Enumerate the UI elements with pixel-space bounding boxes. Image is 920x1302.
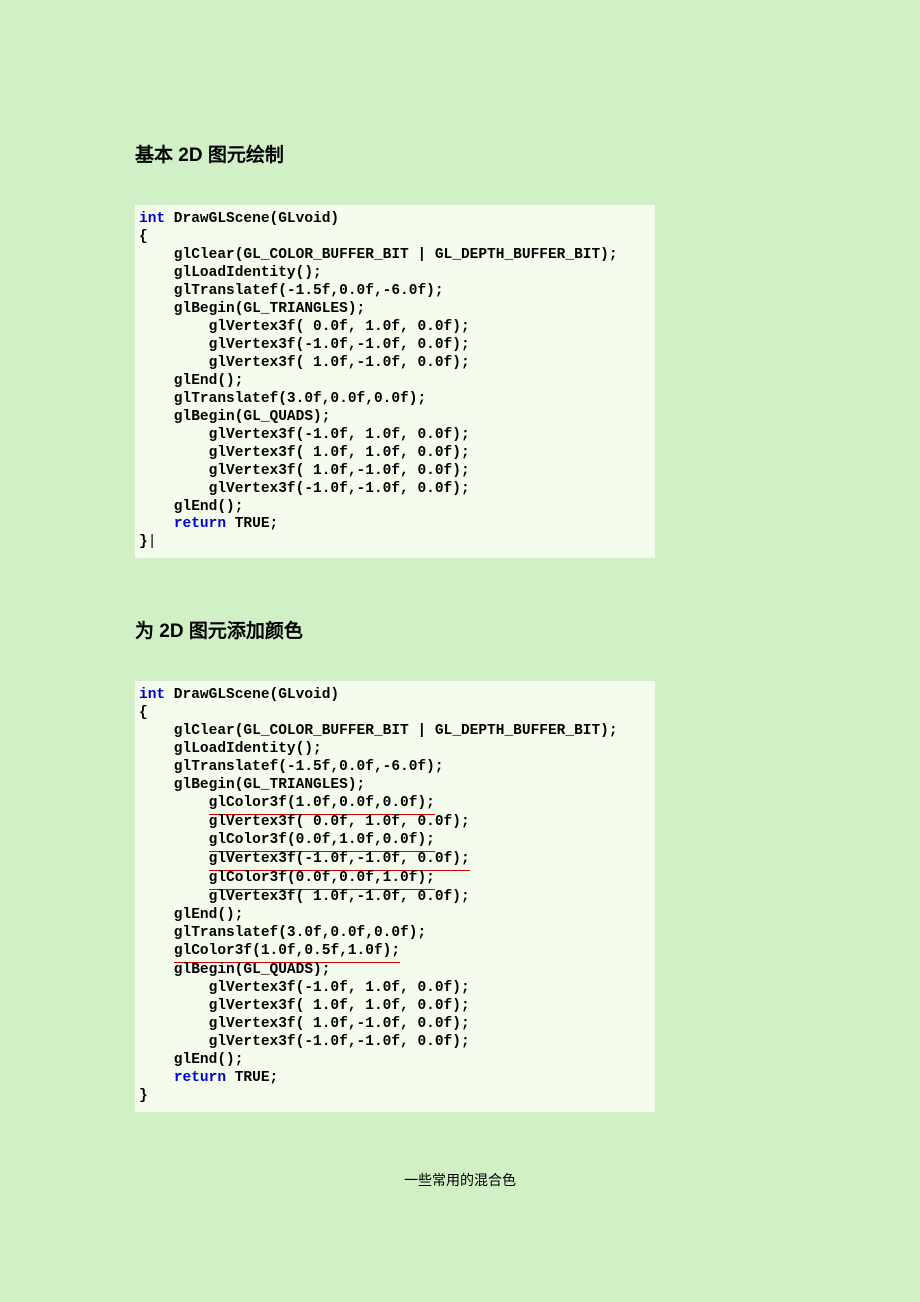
code-text: TRUE; bbox=[226, 1070, 278, 1086]
code-text: glVertex3f(-1.0f, 1.0f, 0.0f); bbox=[139, 980, 470, 996]
code-text: glEnd(); bbox=[139, 373, 243, 389]
underlined-code: glColor3f(0.0f,1.0f,0.0f); bbox=[209, 832, 435, 852]
code-text: glVertex3f( 1.0f, 1.0f, 0.0f); bbox=[139, 445, 470, 461]
keyword-return: return bbox=[174, 1070, 226, 1086]
keyword-int: int bbox=[139, 211, 165, 227]
code-text: DrawGLScene(GLvoid) bbox=[165, 687, 339, 703]
code-text: glLoadIdentity(); bbox=[139, 741, 322, 757]
code-text: glEnd(); bbox=[139, 499, 243, 515]
code-text: glVertex3f( 1.0f,-1.0f, 0.0f); bbox=[139, 355, 470, 371]
code-text bbox=[139, 795, 209, 811]
code-text: glEnd(); bbox=[139, 1052, 243, 1068]
underlined-code: glColor3f(1.0f,0.5f,1.0f); bbox=[174, 943, 400, 963]
code-text: glVertex3f( 1.0f,-1.0f, 0.0f); bbox=[139, 889, 470, 905]
code-text bbox=[139, 832, 209, 848]
code-text: glBegin(GL_TRIANGLES); bbox=[139, 777, 365, 793]
code-text: glTranslatef(3.0f,0.0f,0.0f); bbox=[139, 391, 426, 407]
code-text: glVertex3f( 0.0f, 1.0f, 0.0f); bbox=[139, 319, 470, 335]
code-text: glBegin(GL_TRIANGLES); bbox=[139, 301, 365, 317]
code-text: glVertex3f( 0.0f, 1.0f, 0.0f); bbox=[139, 814, 470, 830]
code-text bbox=[139, 943, 174, 959]
code-text: } bbox=[139, 534, 156, 550]
code-text: glVertex3f(-1.0f,-1.0f, 0.0f); bbox=[139, 481, 470, 497]
code-text: glLoadIdentity(); bbox=[139, 265, 322, 281]
underlined-code: glVertex3f(-1.0f,-1.0f, 0.0f); bbox=[209, 851, 470, 871]
caption-text: 一些常用的混合色 bbox=[135, 1170, 785, 1190]
code-text: glBegin(GL_QUADS); bbox=[139, 962, 330, 978]
code-text: glVertex3f(-1.0f, 1.0f, 0.0f); bbox=[139, 427, 470, 443]
section-heading-1: 基本 2D 图元绘制 bbox=[135, 140, 785, 167]
code-text: glVertex3f( 1.0f, 1.0f, 0.0f); bbox=[139, 998, 470, 1014]
code-text: glVertex3f(-1.0f,-1.0f, 0.0f); bbox=[139, 337, 470, 353]
code-text: } bbox=[139, 1088, 148, 1104]
code-text: glClear(GL_COLOR_BUFFER_BIT | GL_DEPTH_B… bbox=[139, 723, 618, 739]
underlined-code: glColor3f(0.0f,0.0f,1.0f); bbox=[209, 870, 435, 890]
keyword-int: int bbox=[139, 687, 165, 703]
code-text: glVertex3f(-1.0f,-1.0f, 0.0f); bbox=[139, 1034, 470, 1050]
code-text bbox=[139, 516, 174, 532]
code-block-2: int DrawGLScene(GLvoid) { glClear(GL_COL… bbox=[135, 681, 655, 1111]
code-text bbox=[139, 851, 209, 867]
code-text: glBegin(GL_QUADS); bbox=[139, 409, 330, 425]
code-text: glVertex3f( 1.0f,-1.0f, 0.0f); bbox=[139, 463, 470, 479]
section-heading-2: 为 2D 图元添加颜色 bbox=[135, 616, 785, 643]
code-text: glVertex3f( 1.0f,-1.0f, 0.0f); bbox=[139, 1016, 470, 1032]
code-text bbox=[139, 1070, 174, 1086]
underlined-code: glColor3f(1.0f,0.0f,0.0f); bbox=[209, 795, 435, 815]
code-text: glClear(GL_COLOR_BUFFER_BIT | GL_DEPTH_B… bbox=[139, 247, 618, 263]
code-text: DrawGLScene(GLvoid) bbox=[165, 211, 339, 227]
keyword-return: return bbox=[174, 516, 226, 532]
code-text: { bbox=[139, 229, 148, 245]
code-text: glTranslatef(-1.5f,0.0f,-6.0f); bbox=[139, 759, 444, 775]
code-text: TRUE; bbox=[226, 516, 278, 532]
code-text bbox=[139, 870, 209, 886]
code-text: glEnd(); bbox=[139, 907, 243, 923]
code-block-1: int DrawGLScene(GLvoid) { glClear(GL_COL… bbox=[135, 205, 655, 558]
code-text: glTranslatef(-1.5f,0.0f,-6.0f); bbox=[139, 283, 444, 299]
code-text: glTranslatef(3.0f,0.0f,0.0f); bbox=[139, 925, 426, 941]
code-text: { bbox=[139, 705, 148, 721]
page: 基本 2D 图元绘制 int DrawGLScene(GLvoid) { glC… bbox=[0, 0, 920, 1250]
